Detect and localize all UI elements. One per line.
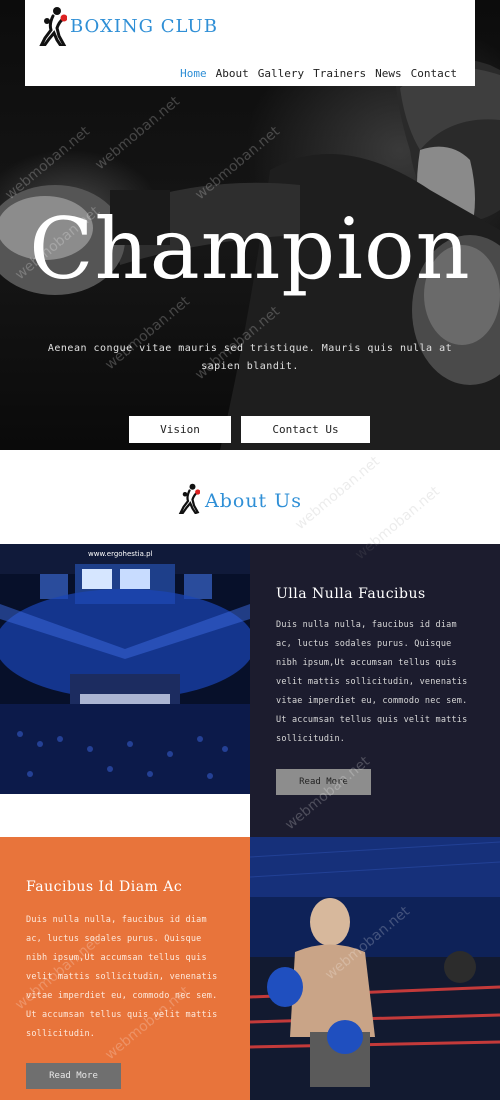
read-more-button[interactable]: Read More — [26, 1063, 121, 1089]
card-body: Duis nulla nulla, faucibus id diam ac, l… — [26, 915, 218, 1039]
hero-title: Champion — [29, 200, 471, 298]
arena-sign-text: www.ergohestia.pl — [88, 550, 153, 558]
card-body: Duis nulla nulla, faucibus id diam ac, l… — [276, 620, 468, 744]
boxer-ring-image — [250, 837, 500, 1100]
hero-subtitle: Aenean congue vitae mauris sed tristique… — [47, 343, 453, 372]
boxer-icon — [178, 483, 200, 514]
header-nav-box: BOXING CLUB Home About Gallery Trainers … — [25, 0, 475, 86]
contact-us-button[interactable]: Contact Us — [241, 416, 370, 443]
nav-contact[interactable]: Contact — [411, 67, 457, 80]
about-card-1: Ulla Nulla Faucibus Duis nulla nulla, fa… — [250, 544, 500, 837]
main-nav: Home About Gallery Trainers News Contact — [180, 67, 457, 80]
card-title: Faucibus Id Diam Ac — [26, 879, 183, 895]
about-title: About Us — [205, 490, 302, 512]
nav-trainers[interactable]: Trainers — [313, 67, 366, 80]
spacer — [0, 794, 250, 837]
arena-image: www.ergohestia.pl — [0, 544, 250, 794]
read-more-button[interactable]: Read More — [276, 769, 371, 795]
about-header: About Us — [0, 450, 500, 544]
hero-section: BOXING CLUB Home About Gallery Trainers … — [0, 0, 500, 450]
boxer-logo-icon[interactable] — [35, 6, 67, 46]
nav-home[interactable]: Home — [180, 67, 207, 80]
card-title: Ulla Nulla Faucibus — [276, 586, 426, 602]
nav-about[interactable]: About — [216, 67, 249, 80]
vision-button[interactable]: Vision — [129, 416, 231, 443]
nav-news[interactable]: News — [375, 67, 402, 80]
nav-gallery[interactable]: Gallery — [258, 67, 304, 80]
brand-name[interactable]: BOXING CLUB — [70, 16, 218, 37]
about-card-2: Faucibus Id Diam Ac Duis nulla nulla, fa… — [0, 837, 250, 1100]
